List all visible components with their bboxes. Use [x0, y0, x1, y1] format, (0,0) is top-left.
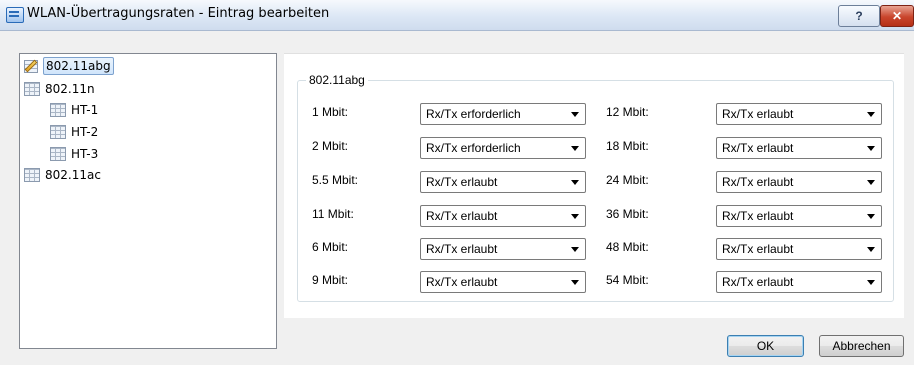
rate-select-value: Rx/Tx erlaubt: [426, 242, 498, 256]
tree-item-802-11ac[interactable]: 802.11ac: [24, 166, 103, 184]
rate-select-11-mbit[interactable]: Rx/Tx erlaubt: [420, 205, 586, 227]
dropdown-arrow-icon: [867, 112, 875, 117]
tree-item-label: HT-3: [71, 147, 99, 161]
rate-select-value: Rx/Tx erforderlich: [426, 141, 521, 155]
rate-select-2-mbit[interactable]: Rx/Tx erforderlich: [420, 137, 586, 159]
rate-select-6-mbit[interactable]: Rx/Tx erlaubt: [420, 238, 586, 260]
window-title: WLAN-Übertragungsraten - Eintrag bearbei…: [27, 6, 330, 21]
tree-item-label: 802.11ac: [45, 168, 101, 182]
rate-select-12-mbit[interactable]: Rx/Tx erlaubt: [716, 103, 882, 125]
rate-select-value: Rx/Tx erlaubt: [722, 209, 794, 223]
rate-label-54-mbit: 54 Mbit:: [606, 273, 649, 287]
window-icon: [6, 7, 24, 23]
title-bar: WLAN-Übertragungsraten - Eintrag bearbei…: [0, 0, 914, 31]
close-button[interactable]: ✕: [880, 5, 914, 27]
tree-item-label: HT-2: [71, 125, 99, 139]
rate-select-1-mbit[interactable]: Rx/Tx erforderlich: [420, 103, 586, 125]
ok-button[interactable]: OK: [727, 335, 804, 357]
rate-select-48-mbit[interactable]: Rx/Tx erlaubt: [716, 238, 882, 260]
dropdown-arrow-icon: [571, 146, 579, 151]
rate-label-12-mbit: 12 Mbit:: [606, 105, 649, 119]
rate-label-5-5-mbit: 5.5 Mbit:: [312, 173, 359, 187]
dropdown-arrow-icon: [571, 112, 579, 117]
dropdown-arrow-icon: [867, 280, 875, 285]
tree-item-ht-3[interactable]: HT-3: [50, 145, 100, 163]
rate-select-54-mbit[interactable]: Rx/Tx erlaubt: [716, 271, 882, 293]
edit-table-icon: [24, 58, 40, 74]
tree-item-label: 802.11n: [45, 82, 95, 96]
table-icon: [24, 168, 40, 182]
rate-label-36-mbit: 36 Mbit:: [606, 207, 649, 221]
cancel-button[interactable]: Abbrechen: [819, 335, 904, 357]
help-button[interactable]: ?: [838, 5, 880, 27]
rate-select-value: Rx/Tx erlaubt: [426, 275, 498, 289]
rate-label-9-mbit: 9 Mbit:: [312, 273, 349, 287]
rate-label-48-mbit: 48 Mbit:: [606, 240, 649, 254]
rate-label-6-mbit: 6 Mbit:: [312, 240, 349, 254]
rate-label-18-mbit: 18 Mbit:: [606, 139, 649, 153]
rate-select-value: Rx/Tx erlaubt: [426, 175, 498, 189]
dropdown-arrow-icon: [867, 180, 875, 185]
rate-select-value: Rx/Tx erlaubt: [722, 107, 794, 121]
groupbox-title: 802.11abg: [306, 73, 368, 87]
rate-select-value: Rx/Tx erlaubt: [722, 141, 794, 155]
dropdown-arrow-icon: [571, 180, 579, 185]
tree-item-label: 802.11abg: [43, 57, 114, 75]
table-icon: [24, 82, 40, 96]
rate-select-36-mbit[interactable]: Rx/Tx erlaubt: [716, 205, 882, 227]
dropdown-arrow-icon: [571, 280, 579, 285]
rate-select-9-mbit[interactable]: Rx/Tx erlaubt: [420, 271, 586, 293]
rate-select-value: Rx/Tx erforderlich: [426, 107, 521, 121]
rate-select-value: Rx/Tx erlaubt: [722, 175, 794, 189]
tree-item-ht-2[interactable]: HT-2: [50, 123, 100, 141]
dropdown-arrow-icon: [571, 214, 579, 219]
tree-item-802-11n[interactable]: 802.11n: [24, 80, 97, 98]
dropdown-arrow-icon: [867, 214, 875, 219]
rate-select-24-mbit[interactable]: Rx/Tx erlaubt: [716, 171, 882, 193]
rate-label-2-mbit: 2 Mbit:: [312, 139, 349, 153]
rate-label-1-mbit: 1 Mbit:: [312, 105, 349, 119]
table-icon: [50, 125, 66, 139]
rate-label-11-mbit: 11 Mbit:: [312, 207, 354, 221]
table-icon: [50, 103, 66, 117]
rate-select-5-5-mbit[interactable]: Rx/Tx erlaubt: [420, 171, 586, 193]
dropdown-arrow-icon: [571, 247, 579, 252]
tree-item-label: HT-1: [71, 103, 99, 117]
rate-select-value: Rx/Tx erlaubt: [722, 275, 794, 289]
rate-select-value: Rx/Tx erlaubt: [426, 209, 498, 223]
dropdown-arrow-icon: [867, 146, 875, 151]
rate-label-24-mbit: 24 Mbit:: [606, 173, 649, 187]
table-icon: [50, 147, 66, 161]
rate-select-value: Rx/Tx erlaubt: [722, 242, 794, 256]
tree-item-802-11abg[interactable]: 802.11abg: [24, 57, 114, 75]
rate-select-18-mbit[interactable]: Rx/Tx erlaubt: [716, 137, 882, 159]
dropdown-arrow-icon: [867, 247, 875, 252]
tree-item-ht-1[interactable]: HT-1: [50, 101, 100, 119]
